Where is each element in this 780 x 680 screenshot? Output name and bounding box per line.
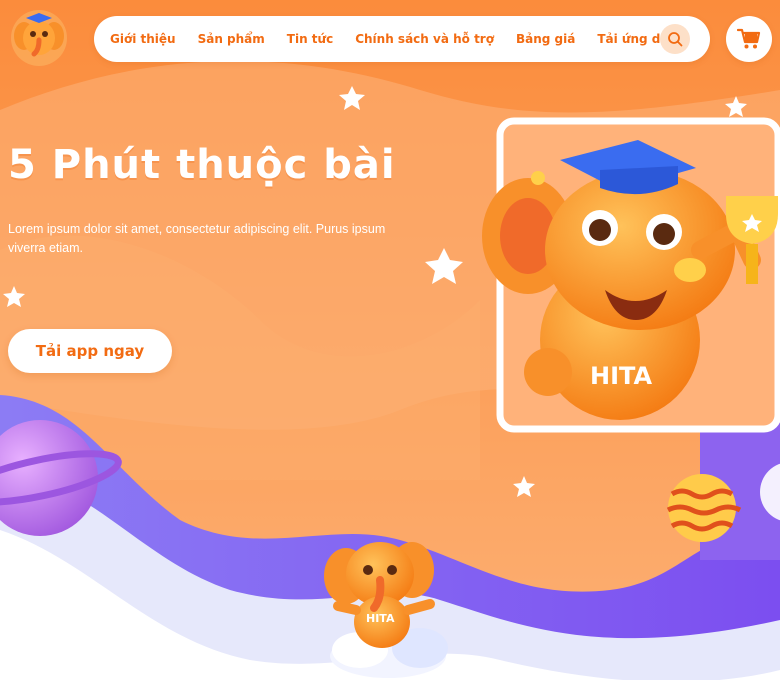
nav-item-san-pham[interactable]: Sản phẩm bbox=[198, 32, 265, 46]
hero-title: 5 Phút thuộc bài bbox=[8, 142, 396, 188]
search-icon bbox=[668, 32, 683, 47]
search-button[interactable] bbox=[660, 24, 690, 54]
hero-description: Lorem ipsum dolor sit amet, consectetur … bbox=[8, 222, 386, 255]
mascot-chest-label: HITA bbox=[590, 362, 653, 390]
mascot-small-chest-label: HITA bbox=[366, 612, 395, 625]
nav-item-bang-gia[interactable]: Bảng giá bbox=[516, 32, 575, 46]
brand-logo[interactable] bbox=[8, 6, 70, 68]
nav-item-tin-tuc[interactable]: Tin tức bbox=[287, 32, 333, 46]
cart-button[interactable] bbox=[726, 16, 772, 62]
nav-item-chinh-sach[interactable]: Chính sách và hỗ trợ bbox=[355, 32, 494, 46]
cart-icon bbox=[737, 28, 761, 49]
nav-item-gioi-thieu[interactable]: Giới thiệu bbox=[110, 32, 176, 46]
main-nav: Giới thiệu Sản phẩm Tin tức Chính sách v… bbox=[94, 16, 710, 62]
download-app-button[interactable]: Tải app ngay bbox=[8, 329, 172, 373]
